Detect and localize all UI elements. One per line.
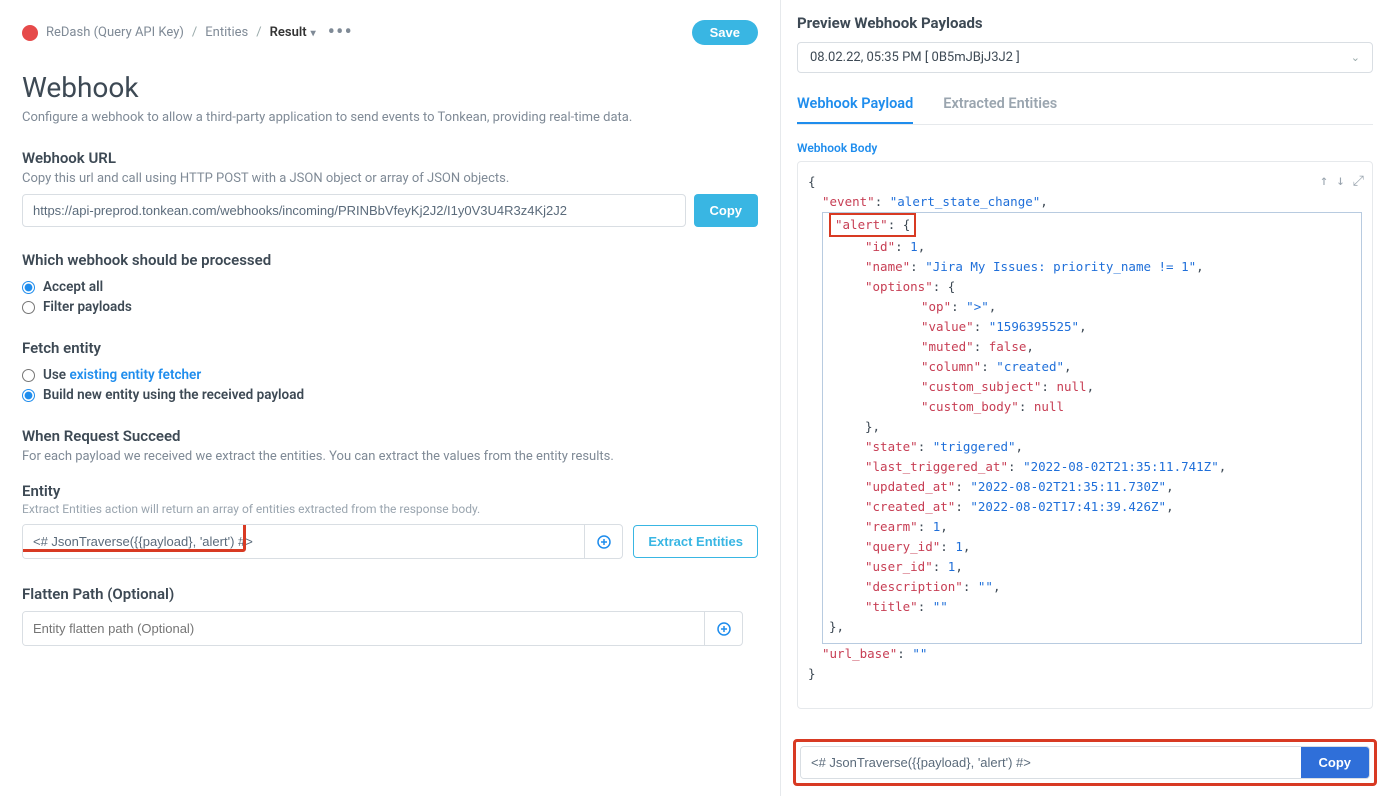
tab-extracted-entities[interactable]: Extracted Entities bbox=[943, 95, 1057, 124]
webhook-url-help: Copy this url and call using HTTP POST w… bbox=[22, 171, 758, 186]
preview-title: Preview Webhook Payloads bbox=[797, 14, 1373, 32]
json-viewer: ↑ ↓ ⤢ { "event": "alert_state_change", "… bbox=[797, 161, 1373, 709]
accept-all-radio[interactable] bbox=[22, 281, 35, 294]
copy-url-button[interactable]: Copy bbox=[694, 194, 759, 227]
chevron-down-icon: ⌄ bbox=[1351, 51, 1360, 64]
webhook-body-label: Webhook Body bbox=[797, 141, 1373, 155]
page-subtitle: Configure a webhook to allow a third-par… bbox=[22, 110, 758, 125]
entity-sub: Extract Entities action will return an a… bbox=[22, 502, 758, 516]
webhook-url-input[interactable] bbox=[22, 194, 686, 227]
entity-input[interactable] bbox=[23, 525, 584, 558]
save-button[interactable]: Save bbox=[692, 20, 758, 45]
use-existing-radio[interactable] bbox=[22, 369, 35, 382]
accept-all-label: Accept all bbox=[43, 279, 103, 295]
app-logo-icon bbox=[22, 25, 38, 41]
flatten-label: Flatten Path (Optional) bbox=[22, 585, 758, 603]
flatten-add-icon[interactable] bbox=[704, 612, 742, 645]
entity-label: Entity bbox=[22, 482, 758, 500]
payload-select[interactable]: 08.02.22, 05:35 PM [ 0B5mJBjJ3J2 ] ⌄ bbox=[797, 42, 1373, 73]
page-title: Webhook bbox=[22, 71, 758, 104]
flatten-input[interactable] bbox=[23, 612, 704, 645]
succeed-help: For each payload we received we extract … bbox=[22, 449, 758, 464]
succeed-label: When Request Succeed bbox=[22, 427, 758, 445]
filter-payloads-label: Filter payloads bbox=[43, 299, 132, 315]
extract-entities-button[interactable]: Extract Entities bbox=[633, 525, 758, 558]
existing-fetcher-link[interactable]: existing entity fetcher bbox=[69, 367, 201, 383]
breadcrumb-mid[interactable]: Entities bbox=[205, 25, 248, 40]
use-existing-label: Use existing entity fetcher bbox=[43, 367, 201, 383]
entity-add-icon[interactable] bbox=[584, 525, 622, 558]
filter-payloads-radio[interactable] bbox=[22, 301, 35, 314]
copy-expression-highlight: Copy bbox=[793, 739, 1377, 786]
copy-expression-input[interactable] bbox=[801, 747, 1301, 778]
breadcrumb: ReDash (Query API Key) / Entities / Resu… bbox=[22, 20, 758, 45]
json-expand-icon[interactable]: ⤢ bbox=[1353, 170, 1364, 192]
json-up-icon[interactable]: ↑ bbox=[1320, 170, 1328, 192]
process-label: Which webhook should be processed bbox=[22, 251, 758, 269]
build-entity-label: Build new entity using the received payl… bbox=[43, 387, 304, 403]
breadcrumb-current[interactable]: Result bbox=[270, 25, 316, 40]
tab-webhook-payload[interactable]: Webhook Payload bbox=[797, 95, 913, 124]
breadcrumb-sep: / bbox=[192, 25, 197, 40]
build-entity-radio[interactable] bbox=[22, 389, 35, 402]
payload-select-value: 08.02.22, 05:35 PM [ 0B5mJBjJ3J2 ] bbox=[810, 50, 1020, 65]
fetch-entity-label: Fetch entity bbox=[22, 339, 758, 357]
json-down-icon[interactable]: ↓ bbox=[1336, 170, 1344, 192]
copy-expression-button[interactable]: Copy bbox=[1301, 747, 1370, 778]
breadcrumb-root[interactable]: ReDash (Query API Key) bbox=[46, 25, 184, 40]
breadcrumb-sep: / bbox=[256, 25, 261, 40]
webhook-url-label: Webhook URL bbox=[22, 149, 758, 167]
